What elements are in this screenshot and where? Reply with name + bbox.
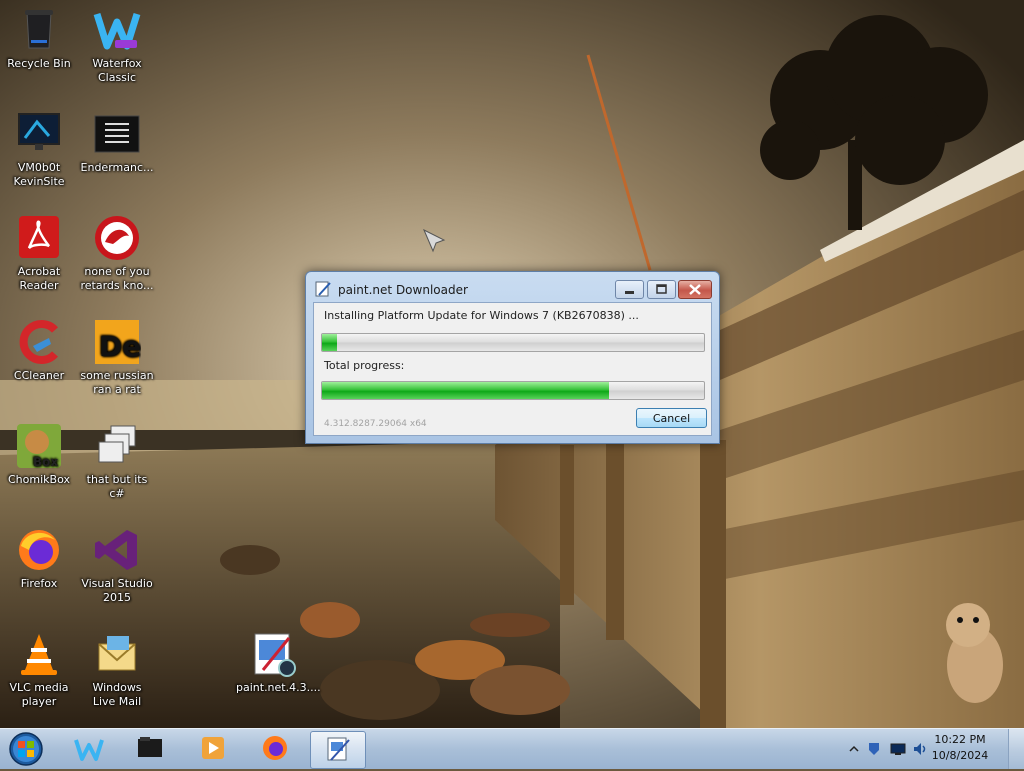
desktop-icon-label: VLC media player (9, 681, 69, 708)
taskbar-item-paint-net-downloader[interactable] (310, 731, 366, 769)
desktop-icon-label: some russian ran a rat (80, 369, 154, 396)
desktop-icon-some-russian[interactable]: De some russian ran a rat (78, 318, 156, 397)
desktop-icon-vlc[interactable]: VLC media player (0, 630, 78, 709)
desktop-icon-label: that but its c# (86, 473, 148, 500)
taskbar-item-waterfox[interactable] (62, 731, 116, 767)
total-progress-label: Total progress: (324, 359, 405, 372)
desktop-icon-label: paint.net.4.3.... (236, 681, 321, 694)
show-hidden-icons-icon[interactable] (846, 741, 862, 757)
desktop-icon-label: Acrobat Reader (17, 265, 61, 292)
clock-time: 10:22 PM (934, 733, 986, 746)
desktop-icon-label: Waterfox Classic (92, 57, 142, 84)
de-icon: De (93, 318, 141, 366)
taskbar-item-firefox[interactable] (248, 731, 302, 767)
desktop-icon-label: VM0b0t KevinSite (13, 161, 65, 188)
desktop-icon-label: Windows Live Mail (92, 681, 142, 708)
monitor-icon (15, 110, 63, 158)
window-title: paint.net Downloader (338, 283, 468, 297)
minimize-icon (625, 291, 634, 294)
terminal-icon (93, 110, 141, 158)
close-icon (689, 284, 701, 295)
paint-net-icon (315, 281, 331, 297)
folder-icon (138, 737, 162, 757)
paint-net-downloader-window: paint.net Downloader Installing Platform… (305, 271, 720, 444)
recycle-bin-icon (15, 6, 63, 54)
waterfox-icon (93, 6, 141, 54)
total-progress-fill (322, 382, 609, 399)
desktop-icon-visual-studio[interactable]: Visual Studio 2015 (78, 526, 156, 605)
visual-studio-icon (93, 526, 141, 574)
show-desktop-button[interactable] (1008, 729, 1024, 769)
windows-stack-icon (93, 422, 141, 470)
total-progress-bar (321, 381, 705, 400)
desktop-icon-firefox[interactable]: Firefox (0, 526, 78, 591)
desktop-icon-label: Visual Studio 2015 (81, 577, 153, 604)
shield-icon[interactable] (866, 741, 882, 757)
firefox-icon (15, 526, 63, 574)
svg-text:Box: Box (33, 455, 58, 469)
current-progress-bar (321, 333, 705, 352)
desktop-icon-ccleaner[interactable]: CCleaner (0, 318, 78, 383)
clock[interactable]: 10:22 PM 10/8/2024 (930, 732, 990, 764)
desktop-icon-paint-net-installer[interactable]: paint.net.4.3.... (234, 630, 321, 695)
maximize-button[interactable] (647, 280, 676, 299)
desktop-icon-chomikbox[interactable]: Box ChomikBox (0, 422, 78, 487)
paint-net-icon (327, 737, 350, 761)
window-content: Installing Platform Update for Windows 7… (313, 302, 712, 436)
clock-date: 10/8/2024 (931, 749, 989, 762)
desktop-icon-that-but-csharp[interactable]: that but its c# (78, 422, 156, 501)
minimize-button[interactable] (615, 280, 644, 299)
maximize-icon (656, 284, 667, 294)
windows-orb-icon (9, 732, 43, 766)
desktop-icon-recycle-bin[interactable]: Recycle Bin (0, 6, 78, 71)
firefox-icon (263, 736, 287, 760)
chomikbox-icon: Box (15, 422, 63, 470)
taskbar-item-media-player[interactable] (186, 731, 240, 767)
desktop-icon-label: Firefox (20, 577, 58, 590)
svg-text:De: De (99, 330, 141, 363)
paint-net-icon (249, 630, 297, 678)
desktop-icon-label: CCleaner (13, 369, 65, 382)
desktop-icon-acrobat[interactable]: Acrobat Reader (0, 214, 78, 293)
volume-icon[interactable] (912, 741, 928, 757)
desktop-icon-label: Endermanc... (80, 161, 154, 174)
close-button[interactable] (678, 280, 712, 299)
desktop-icon-label: ChomikBox (8, 473, 70, 486)
desktop-icon-vm0b0t[interactable]: VM0b0t KevinSite (0, 110, 78, 189)
desktop-icon-label: Recycle Bin (7, 57, 71, 70)
acrobat-icon (15, 214, 63, 262)
window-titlebar[interactable]: paint.net Downloader (306, 272, 719, 304)
ccleaner-icon (15, 318, 63, 366)
desktop-icon-waterfox[interactable]: Waterfox Classic (78, 6, 156, 85)
mail-icon (93, 630, 141, 678)
desktop-icon-none-of-you[interactable]: none of you retards kno... (78, 214, 156, 293)
desktop-icon-windows-live-mail[interactable]: Windows Live Mail (78, 630, 156, 709)
taskbar-item-folder[interactable] (124, 731, 178, 767)
version-text: 4.312.8287.29064 x64 (324, 419, 427, 429)
status-text: Installing Platform Update for Windows 7… (324, 309, 639, 322)
start-button[interactable] (6, 730, 46, 768)
vlc-icon (15, 630, 63, 678)
dragon-icon (93, 214, 141, 262)
network-icon[interactable] (890, 741, 906, 757)
desktop-icon-endermanch[interactable]: Endermanc... (78, 110, 156, 175)
current-progress-fill (322, 334, 338, 351)
desktop-icon-label: none of you retards kno... (80, 265, 154, 292)
cancel-button[interactable]: Cancel (636, 408, 707, 428)
waterfox-icon (74, 739, 104, 761)
media-player-icon (202, 737, 224, 759)
taskbar: 10:22 PM 10/8/2024 (0, 728, 1024, 769)
